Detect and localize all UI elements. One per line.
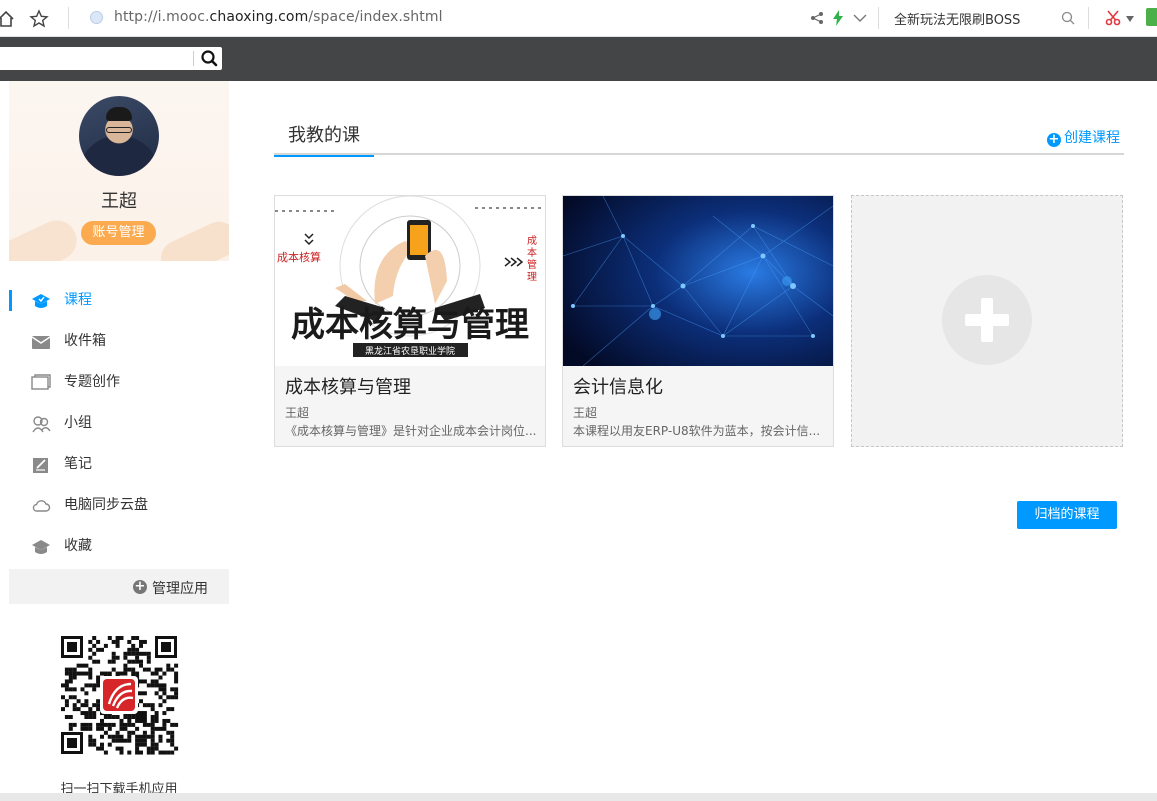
sidebar-menu: 课程 收件箱 专题创作 小组 笔记 电脑同步云盘 收藏 xyxy=(9,280,229,567)
course-teacher: 王超 xyxy=(285,406,310,420)
separator xyxy=(878,7,879,29)
course-cover-image: 成本核算 成 本 管 理 成本核算与管理 黑龙江省农垦职业学院 xyxy=(275,196,545,366)
search-input[interactable] xyxy=(0,47,190,70)
url-prefix: http://i.mooc. xyxy=(114,9,210,25)
svg-text:本: 本 xyxy=(527,246,537,259)
sidebar-item-course[interactable]: 课程 xyxy=(9,280,229,321)
search-divider xyxy=(193,51,194,66)
course-description: 《成本核算与管理》是针对企业成本会计岗位... xyxy=(285,424,537,438)
sidebar-item-label: 专题创作 xyxy=(64,374,120,390)
qr-code xyxy=(59,634,179,756)
tab-my-teaching-courses[interactable]: 我教的课 xyxy=(274,121,374,157)
plus-bar-vertical xyxy=(981,298,993,342)
svg-text:理: 理 xyxy=(527,271,537,283)
graduation-cap-icon xyxy=(32,294,50,308)
svg-text:成: 成 xyxy=(527,235,537,247)
sidebar-item-notes[interactable]: 笔记 xyxy=(9,444,229,485)
decoration xyxy=(9,213,84,261)
avatar[interactable] xyxy=(79,96,159,176)
separator xyxy=(1088,7,1089,29)
search-box xyxy=(0,47,222,70)
home-icon[interactable] xyxy=(0,9,16,29)
avatar-glasses xyxy=(106,127,132,133)
horizontal-scrollbar[interactable] xyxy=(0,793,1157,801)
site-info-icon[interactable] xyxy=(90,11,103,24)
sidebar-item-label: 电脑同步云盘 xyxy=(64,497,148,513)
sidebar-item-group[interactable]: 小组 xyxy=(9,403,229,444)
sidebar-item-label: 收件箱 xyxy=(64,333,106,349)
inbox-icon xyxy=(31,336,51,349)
plus-circle-icon: + xyxy=(1047,132,1061,147)
course-card[interactable]: 会计信息化 王超 本课程以用友ERP-U8软件为蓝本，按会计信... xyxy=(562,195,834,447)
chevron-down-icon[interactable] xyxy=(853,13,867,23)
browser-address-bar: http://i.mooc.chaoxing.com/space/index.s… xyxy=(0,0,1157,37)
user-name: 王超 xyxy=(101,191,137,212)
course-name[interactable]: 会计信息化 xyxy=(573,373,663,399)
sidebar-item-inbox[interactable]: 收件箱 xyxy=(9,321,229,362)
caret-down-icon[interactable] xyxy=(1126,16,1134,22)
main-content: 我教的课 + 创建课程 成本核算 成 本 管 理 成本核算与管理 黑龙江省农垦职… xyxy=(229,81,1157,793)
sidebar: 王超 账号管理 课程 收件箱 专题创作 小组 笔记 电脑同步云盘 收藏 + 管理… xyxy=(9,81,229,797)
svg-text:管: 管 xyxy=(527,258,537,271)
promo-link[interactable]: 全新玩法无限刷BOSS xyxy=(894,9,1020,28)
lightning-icon[interactable] xyxy=(832,10,844,26)
extension-icon[interactable] xyxy=(1146,8,1157,26)
manage-apps-label: 管理应用 xyxy=(152,581,208,597)
favorites-icon xyxy=(32,540,50,554)
url-path: /space/index.shtml xyxy=(308,9,443,25)
site-header xyxy=(0,37,1157,81)
plus-circle-icon: + xyxy=(133,579,147,594)
course-card[interactable]: 成本核算 成 本 管 理 成本核算与管理 黑龙江省农垦职业学院 成本核算与管理 … xyxy=(274,195,546,447)
sidebar-item-cloud-disk[interactable]: 电脑同步云盘 xyxy=(9,485,229,526)
star-icon[interactable] xyxy=(29,9,49,29)
cover-left-text: 成本核算 xyxy=(277,250,321,264)
create-course-label: 创建课程 xyxy=(1064,130,1120,146)
url-domain: chaoxing.com xyxy=(209,9,309,25)
cloud-icon xyxy=(32,500,51,512)
cover-title: 成本核算与管理 xyxy=(291,305,529,345)
topic-pages-icon xyxy=(31,374,51,390)
sidebar-item-label: 笔记 xyxy=(64,456,92,472)
profile-panel: 王超 账号管理 xyxy=(9,81,229,261)
decoration xyxy=(155,215,229,261)
sidebar-item-favorites[interactable]: 收藏 xyxy=(9,526,229,567)
sidebar-item-label: 收藏 xyxy=(64,538,92,554)
share-icon[interactable] xyxy=(810,11,824,25)
create-course-button[interactable]: + 创建课程 xyxy=(1047,127,1120,147)
plus-icon xyxy=(942,275,1032,365)
search-icon[interactable] xyxy=(1061,11,1075,25)
course-description: 本课程以用友ERP-U8软件为蓝本，按会计信... xyxy=(573,424,821,438)
search-icon[interactable] xyxy=(196,47,222,70)
course-name[interactable]: 成本核算与管理 xyxy=(285,373,411,399)
course-cover-image xyxy=(563,196,833,366)
manage-apps-button[interactable]: + 管理应用 xyxy=(9,569,229,604)
course-teacher: 王超 xyxy=(573,406,598,420)
sidebar-item-label: 课程 xyxy=(64,292,92,308)
cover-subtitle: 黑龙江省农垦职业学院 xyxy=(365,345,455,357)
separator xyxy=(68,7,69,29)
scissors-icon[interactable] xyxy=(1105,10,1121,26)
archived-courses-button[interactable]: 归档的课程 xyxy=(1017,501,1117,529)
notebook-icon xyxy=(33,458,48,473)
sidebar-item-topics[interactable]: 专题创作 xyxy=(9,362,229,403)
add-course-card[interactable] xyxy=(851,195,1123,447)
group-icon xyxy=(32,416,51,433)
account-management-button[interactable]: 账号管理 xyxy=(81,221,156,245)
avatar-hair xyxy=(106,107,132,121)
tab-bar: 我教的课 + 创建课程 xyxy=(274,113,1124,157)
sidebar-item-label: 小组 xyxy=(64,415,92,431)
url-field[interactable]: http://i.mooc.chaoxing.com/space/index.s… xyxy=(114,9,443,25)
